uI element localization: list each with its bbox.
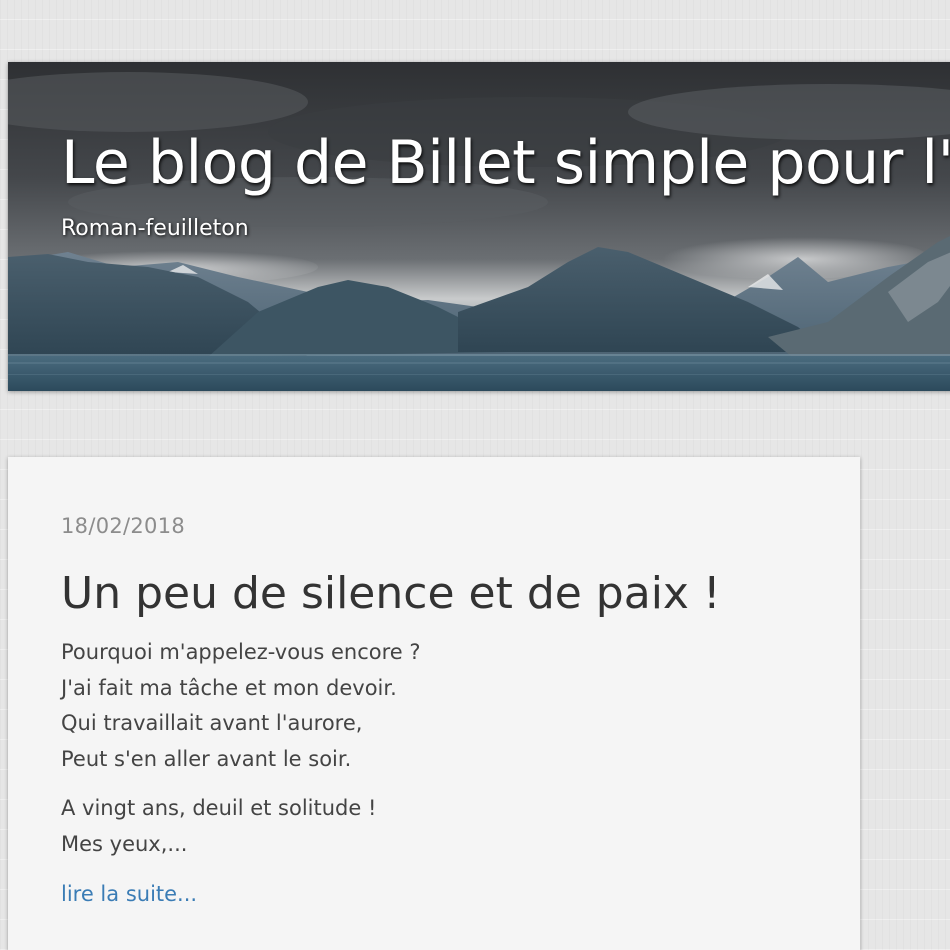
excerpt-line: Pourquoi m'appelez-vous encore ? <box>61 640 421 664</box>
blog-title[interactable]: Le blog de Billet simple pour l'Alaska <box>61 124 950 202</box>
excerpt-line: Peut s'en aller avant le soir. <box>61 746 352 771</box>
blog-subtitle: Roman-feuilleton <box>61 216 249 241</box>
excerpt-line: J'ai fait ma tâche et mon devoir. <box>61 675 397 700</box>
post-date: 18/02/2018 <box>61 514 186 538</box>
post-card: 18/02/2018 Un peu de silence et de paix … <box>8 457 860 950</box>
excerpt-stanza: Pourquoi m'appelez-vous encore ? J'ai fa… <box>61 635 821 777</box>
excerpt-line: Mes yeux,... <box>61 832 188 856</box>
excerpt-line: Qui travaillait avant l'aurore, <box>61 711 363 735</box>
read-more-link[interactable]: lire la suite... <box>61 876 197 912</box>
post-title[interactable]: Un peu de silence et de paix ! <box>61 565 721 623</box>
post-excerpt: Pourquoi m'appelez-vous encore ? J'ai fa… <box>61 635 821 862</box>
blog-header: Le blog de Billet simple pour l'Alaska R… <box>8 62 950 391</box>
excerpt-stanza: A vingt ans, deuil et solitude ! Mes yeu… <box>61 790 821 862</box>
excerpt-line: A vingt ans, deuil et solitude ! <box>61 796 377 820</box>
